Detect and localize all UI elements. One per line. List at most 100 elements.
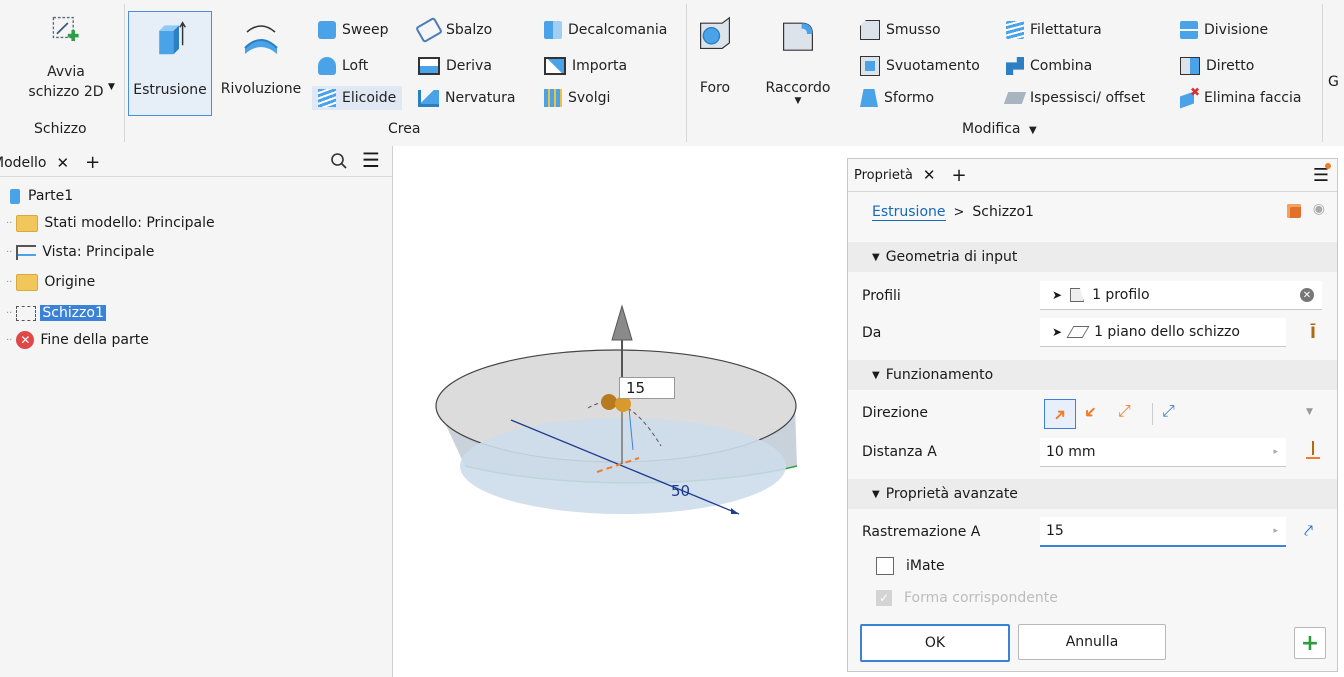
hole-label: Foro: [699, 80, 731, 96]
direct-edit-icon: [1180, 57, 1200, 75]
clear-icon[interactable]: ✕: [1300, 288, 1314, 302]
flyout-icon[interactable]: ▸: [1273, 526, 1278, 536]
tree-item-origin[interactable]: ·· Origine: [6, 270, 95, 294]
sketch-icon: [16, 305, 37, 321]
end-of-part-icon: ✕: [16, 331, 35, 349]
panel-title-modifica[interactable]: Modifica ▼: [962, 121, 1037, 137]
cancel-button[interactable]: Annulla: [1018, 624, 1166, 660]
cancel-label: Annulla: [1065, 634, 1119, 650]
start-2d-sketch-button[interactable]: Avvia schizzo 2D: [14, 12, 118, 102]
part-color-icon[interactable]: [1287, 204, 1301, 218]
panel-separator: [686, 4, 687, 142]
hole-button[interactable]: Foro: [692, 14, 738, 96]
split-button[interactable]: Divisione: [1180, 18, 1268, 42]
add-new-extrude-button[interactable]: +: [1294, 627, 1326, 659]
coil-icon: [318, 89, 336, 107]
loft-button[interactable]: Loft: [318, 54, 368, 78]
import-icon: [544, 57, 566, 75]
chamfer-button[interactable]: Smusso: [860, 18, 941, 42]
search-icon[interactable]: [330, 152, 348, 170]
direction-dropdown-icon[interactable]: ▼: [1306, 407, 1313, 417]
profiles-selector[interactable]: ➤ 1 profilo ✕: [1040, 281, 1322, 310]
fillet-dropdown-icon[interactable]: ▼: [756, 96, 840, 106]
tree-item-sketch1[interactable]: ·· Schizzo1: [6, 301, 106, 325]
tree-item-view[interactable]: ·· Vista: Principale: [6, 240, 154, 264]
derive-button[interactable]: Deriva: [418, 54, 492, 78]
ok-button[interactable]: OK: [860, 624, 1010, 662]
ribbon-overflow-label[interactable]: G: [1328, 74, 1339, 90]
delete-face-icon: ✖: [1180, 85, 1200, 109]
menu-icon[interactable]: ☰: [362, 148, 380, 172]
combine-button[interactable]: Combina: [1006, 54, 1092, 78]
folder-icon: [16, 273, 39, 291]
tab-modello[interactable]: Modello ✕ +: [0, 152, 100, 173]
coil-button[interactable]: Elicoide: [312, 86, 403, 110]
thicken-icon: [1003, 92, 1027, 104]
section-title: Geometria di input: [885, 249, 1018, 265]
add-tab-icon[interactable]: +: [85, 152, 100, 173]
import-button[interactable]: Importa: [544, 54, 627, 78]
tree-item-end-of-part[interactable]: ·· ✕ Fine della parte: [6, 328, 149, 352]
distance-direction-icon[interactable]: [1306, 441, 1320, 463]
properties-panel: Proprietà ✕ + ☰ Estrusione > Schizzo1 ◉ …: [847, 158, 1338, 672]
thread-button[interactable]: Filettatura: [1006, 18, 1102, 42]
close-icon[interactable]: ✕: [57, 154, 70, 172]
decal-icon: [544, 21, 562, 39]
delete-face-label: Elimina faccia: [1204, 90, 1302, 106]
modifica-panel-label: Modifica: [962, 121, 1021, 137]
add-tab-icon[interactable]: +: [951, 165, 966, 186]
emboss-button[interactable]: Sbalzo: [414, 16, 492, 44]
tree-item-model-states[interactable]: ·· Stati modello: Principale: [6, 211, 215, 235]
delete-face-button[interactable]: ✖ Elimina faccia: [1180, 85, 1302, 110]
sweep-button[interactable]: Sweep: [318, 18, 388, 42]
derive-label: Deriva: [446, 58, 492, 74]
tree-item-label: Fine della parte: [40, 332, 149, 348]
direction-default-button[interactable]: ➜: [1044, 399, 1076, 429]
imate-checkbox[interactable]: [876, 557, 894, 575]
rib-button[interactable]: Nervatura: [418, 86, 515, 110]
tree-connector: ··: [6, 217, 13, 229]
fillet-button[interactable]: Raccordo ▼: [756, 14, 840, 106]
taper-flip-icon[interactable]: ⤤: [1304, 521, 1313, 541]
extrude-button[interactable]: Estrusione: [128, 11, 212, 116]
sketch-plane-icon: [1066, 326, 1090, 338]
tree-connector: ··: [6, 246, 13, 258]
tree-item-part1[interactable]: Parte1: [10, 184, 73, 208]
breadcrumb-link-extrude[interactable]: Estrusione: [872, 204, 946, 221]
decal-button[interactable]: Decalcomania: [544, 18, 667, 42]
draft-button[interactable]: Sformo: [860, 86, 934, 110]
extents-icon[interactable]: Ī: [1310, 323, 1316, 342]
breadcrumb: Estrusione > Schizzo1 ◉: [848, 199, 1337, 225]
section-advanced[interactable]: ▼ Proprietà avanzate: [848, 479, 1337, 509]
flyout-icon[interactable]: ▸: [1273, 447, 1278, 457]
tree-connector: ··: [6, 334, 13, 346]
ribbon: Avvia schizzo 2D ▼ Schizzo Estrusione Ri…: [0, 0, 1344, 147]
taper-input[interactable]: 15 ▸: [1040, 517, 1286, 547]
modifica-dropdown-icon[interactable]: ▼: [1029, 125, 1037, 136]
revolve-button[interactable]: Rivoluzione: [214, 18, 308, 97]
from-selector[interactable]: ➤ 1 piano dello schizzo: [1040, 318, 1286, 347]
thicken-offset-button[interactable]: Ispessisci/ offset: [1003, 86, 1145, 110]
section-input-geometry[interactable]: ▼ Geometria di input: [848, 242, 1337, 272]
distance-input[interactable]: 10 mm ▸: [1040, 438, 1286, 467]
tab-properties[interactable]: Proprietà: [854, 168, 913, 183]
direct-edit-button[interactable]: Diretto: [1180, 54, 1254, 78]
collapse-icon: ▼: [872, 251, 880, 263]
distance-value-input[interactable]: 15: [619, 377, 675, 399]
section-behavior[interactable]: ▼ Funzionamento: [848, 360, 1337, 390]
shell-button[interactable]: Svuotamento: [860, 54, 980, 78]
eye-icon[interactable]: ◉: [1313, 201, 1325, 217]
direction-asymmetric-button[interactable]: ⤢: [1162, 401, 1175, 421]
start-sketch-dropdown-icon[interactable]: ▼: [108, 82, 115, 92]
rib-icon: [418, 89, 439, 107]
section-title: Funzionamento: [885, 367, 994, 383]
unfold-button[interactable]: Svolgi: [544, 86, 610, 110]
extrude-icon: [159, 21, 186, 55]
collapse-icon: ▼: [872, 369, 880, 381]
unfold-icon: [544, 89, 562, 107]
profiles-label: Profili: [862, 288, 901, 304]
direction-symmetric-button[interactable]: ⤢: [1118, 401, 1131, 421]
close-icon[interactable]: ✕: [923, 166, 936, 184]
chamfer-label: Smusso: [886, 22, 941, 38]
rib-label: Nervatura: [445, 90, 516, 106]
